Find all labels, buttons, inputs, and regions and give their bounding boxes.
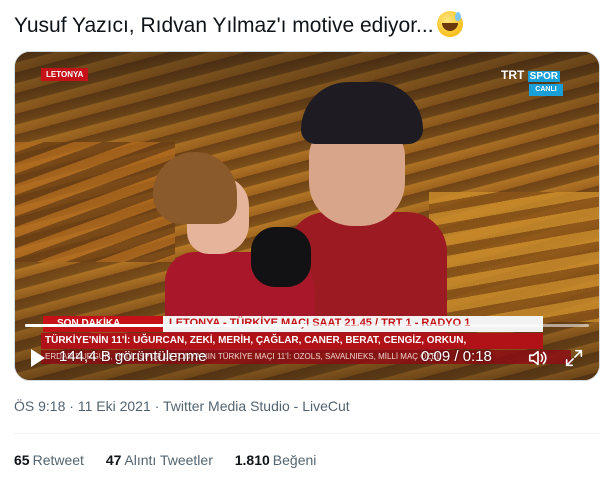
likes-stat[interactable]: 1.810 Beğeni xyxy=(235,452,317,468)
likes-label: Beğeni xyxy=(272,452,317,468)
broadcaster-name: TRT xyxy=(501,68,525,82)
video-controls: 144,4 B görüntülenme 0:09 / 0:18 xyxy=(15,340,599,380)
view-count: 144,4 B görüntülenme xyxy=(59,348,207,365)
fullscreen-icon[interactable] xyxy=(563,347,585,369)
sweat-smile-emoji-icon xyxy=(436,11,463,37)
quotes-label: Alıntı Tweetler xyxy=(124,452,213,468)
retweets-stat[interactable]: 65 Retweet xyxy=(14,452,84,468)
volume-icon[interactable] xyxy=(527,347,549,369)
quote-tweets-stat[interactable]: 47 Alıntı Tweetler xyxy=(106,452,213,468)
video-player[interactable]: LETONYA TRT SPOR CANLI SON DAKİKA LETONY… xyxy=(14,51,600,381)
stadium-stands-right xyxy=(429,192,599,322)
retweets-count: 65 xyxy=(14,452,30,468)
quotes-count: 47 xyxy=(105,452,122,468)
tweet-source[interactable]: Twitter Media Studio - LiveCut xyxy=(163,398,350,414)
tweet-date[interactable]: 11 Eki 2021 xyxy=(78,398,151,414)
progress-bar[interactable] xyxy=(25,324,589,327)
play-icon[interactable] xyxy=(31,349,45,367)
tweet-text: Yusuf Yazıcı, Rıdvan Yılmaz'ı motive edi… xyxy=(14,11,463,40)
tweet-stats: 65 Retweet 47 Alıntı Tweetler 1.810 Beğeni xyxy=(14,452,334,468)
likes-count: 1.810 xyxy=(234,452,270,468)
divider-top xyxy=(14,433,600,434)
tweet-text-content: Yusuf Yazıcı, Rıdvan Yılmaz'ı motive edi… xyxy=(14,14,434,37)
live-label: CANLI xyxy=(529,84,563,96)
retweets-label: Retweet xyxy=(32,452,84,468)
meta-separator: · xyxy=(69,398,74,414)
tweet-time[interactable]: ÖS 9:18 xyxy=(14,398,65,414)
broadcaster-sub: SPOR xyxy=(527,71,561,82)
video-time: 0:09 / 0:18 xyxy=(421,348,492,365)
tweet-metadata: ÖS 9:18 · 11 Eki 2021 · Twitter Media St… xyxy=(14,398,350,414)
glove xyxy=(251,227,311,287)
progress-fill xyxy=(25,324,307,327)
broadcaster-logo: TRT SPOR CANLI xyxy=(501,69,563,96)
meta-separator: · xyxy=(154,398,160,414)
overlay-tag: LETONYA xyxy=(41,68,89,81)
